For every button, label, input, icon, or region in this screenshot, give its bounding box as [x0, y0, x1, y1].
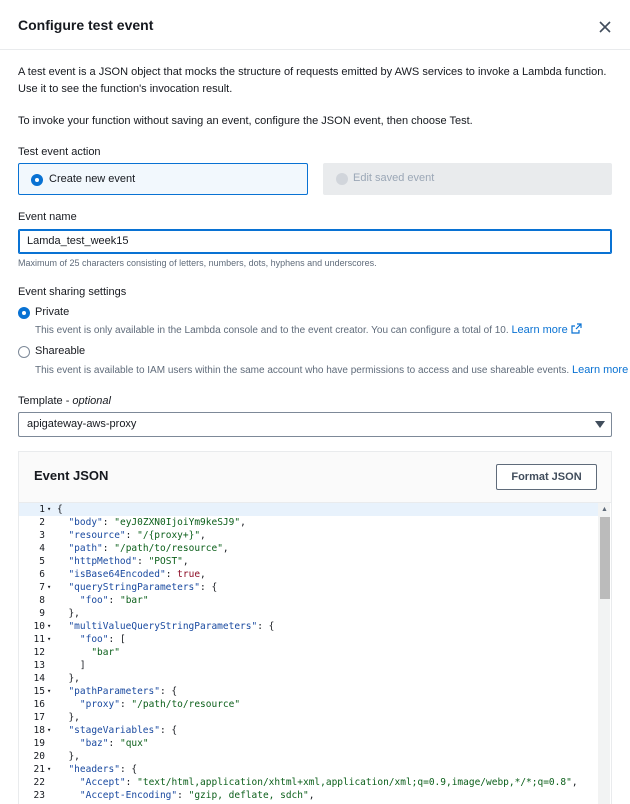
dialog-title: Configure test event	[18, 17, 154, 33]
shareable-description: This event is available to IAM users wit…	[35, 363, 630, 376]
create-new-event-tile[interactable]: Create new event	[18, 163, 308, 195]
shareable-learn-more-link[interactable]: Learn more	[572, 364, 630, 376]
line-number: 14	[33, 673, 45, 684]
line-number: 5	[39, 556, 45, 567]
close-button[interactable]	[594, 16, 616, 38]
fold-toggle-icon[interactable]: ▾	[47, 763, 51, 776]
code-text: {	[57, 504, 63, 515]
line-number: 22	[33, 777, 45, 788]
code-text: "bar"	[91, 647, 120, 658]
fold-toggle-icon[interactable]: ▾	[47, 685, 51, 698]
code-text: "httpMethod": "POST",	[68, 556, 189, 567]
private-description-text: This event is only available in the Lamb…	[35, 325, 509, 336]
event-name-hint: Maximum of 25 characters consisting of l…	[18, 258, 377, 268]
code-text: ]	[57, 660, 86, 671]
code-text: "proxy": "/path/to/resource"	[79, 699, 241, 710]
code-text: "queryStringParameters": {	[68, 582, 218, 593]
private-label: Private	[35, 306, 70, 318]
event-sharing-label: Event sharing settings	[18, 286, 127, 298]
event-name-label: Event name	[18, 211, 77, 223]
external-link-icon	[571, 323, 582, 334]
fold-toggle-icon[interactable]: ▾	[47, 633, 51, 646]
code-text: "stageVariables": {	[68, 725, 178, 736]
code-text: "foo": "bar"	[79, 595, 149, 606]
editor-scrollbar-thumb[interactable]	[600, 517, 610, 599]
line-number: 19	[33, 738, 45, 749]
fold-toggle-icon[interactable]: ▾	[47, 503, 51, 516]
scroll-up-icon[interactable]: ▲	[601, 506, 608, 513]
code-text: "pathParameters": {	[68, 686, 178, 697]
event-name-input[interactable]: Lamda_test_week15	[18, 229, 612, 254]
line-number: 1	[39, 504, 45, 515]
intro-instructions: To invoke your function without saving a…	[18, 115, 473, 127]
code-text: "foo": [	[79, 634, 126, 645]
line-number: 10	[33, 621, 45, 632]
event-json-title: Event JSON	[34, 468, 109, 483]
intro-text: A test event is a JSON object that mocks…	[18, 66, 607, 95]
line-number: 18	[33, 725, 45, 736]
test-event-action-label: Test event action	[18, 146, 101, 158]
template-optional-text: optional	[72, 395, 111, 407]
code-text: "body": "eyJ0ZXN0IjoiYm9keSJ9",	[68, 517, 246, 528]
line-number: 3	[39, 530, 45, 541]
code-text: "path": "/path/to/resource",	[68, 543, 229, 554]
code-text: "Accept": "text/html,application/xhtml+x…	[79, 777, 578, 788]
fold-toggle-icon[interactable]: ▾	[47, 724, 51, 737]
code-text: "isBase64Encoded": true,	[68, 569, 206, 580]
template-label-text: Template	[18, 395, 63, 407]
template-label: Template - optional	[18, 395, 111, 407]
close-icon	[599, 21, 611, 33]
line-number: 11	[33, 634, 45, 645]
learn-more-text: Learn more	[571, 364, 629, 376]
line-number: 21	[33, 764, 45, 775]
private-description: This event is only available in the Lamb…	[35, 323, 582, 336]
line-number: 13	[33, 660, 45, 671]
line-number: 9	[39, 608, 45, 619]
template-select-value: apigateway-aws-proxy	[27, 418, 137, 430]
line-number: 23	[33, 790, 45, 801]
format-json-button[interactable]: Format JSON	[496, 464, 597, 490]
private-radio[interactable]	[18, 307, 30, 319]
shareable-radio[interactable]	[18, 346, 30, 358]
fold-toggle-icon[interactable]: ▾	[47, 620, 51, 633]
private-learn-more-link[interactable]: Learn more	[511, 323, 582, 336]
line-number: 2	[39, 517, 45, 528]
line-number: 6	[39, 569, 45, 580]
edit-saved-event-label: Edit saved event	[353, 172, 435, 184]
line-number: 16	[33, 699, 45, 710]
fold-toggle-icon[interactable]: ▾	[47, 581, 51, 594]
template-select[interactable]: apigateway-aws-proxy	[18, 412, 612, 437]
line-number: 12	[33, 647, 45, 658]
code-text: },	[57, 608, 80, 619]
code-text: "headers": {	[68, 764, 138, 775]
code-text: },	[57, 673, 80, 684]
create-new-event-label: Create new event	[49, 173, 136, 185]
line-number: 20	[33, 751, 45, 762]
line-number: 17	[33, 712, 45, 723]
edit-saved-event-tile: Edit saved event	[323, 163, 612, 195]
code-text: },	[57, 712, 80, 723]
line-number: 15	[33, 686, 45, 697]
code-text: "resource": "/{proxy+}",	[68, 530, 206, 541]
active-line-highlight	[19, 503, 599, 516]
code-text: },	[57, 751, 80, 762]
edit-saved-event-radio	[336, 173, 348, 185]
shareable-label: Shareable	[35, 345, 86, 357]
json-code-editor[interactable]: 1 ▾{2 "body": "eyJ0ZXN0IjoiYm9keSJ9", 3 "r…	[19, 502, 611, 804]
create-new-event-radio[interactable]	[31, 174, 43, 186]
learn-more-text: Learn more	[511, 324, 568, 336]
shareable-description-text: This event is available to IAM users wit…	[35, 365, 570, 376]
line-number: 4	[39, 543, 45, 554]
caret-down-icon	[595, 421, 605, 428]
line-number: 8	[39, 595, 45, 606]
code-text: "baz": "qux"	[79, 738, 149, 749]
code-text: "Accept-Encoding": "gzip, deflate, sdch"…	[79, 790, 315, 801]
code-text: "multiValueQueryStringParameters": {	[68, 621, 275, 632]
line-number: 7	[39, 582, 45, 593]
